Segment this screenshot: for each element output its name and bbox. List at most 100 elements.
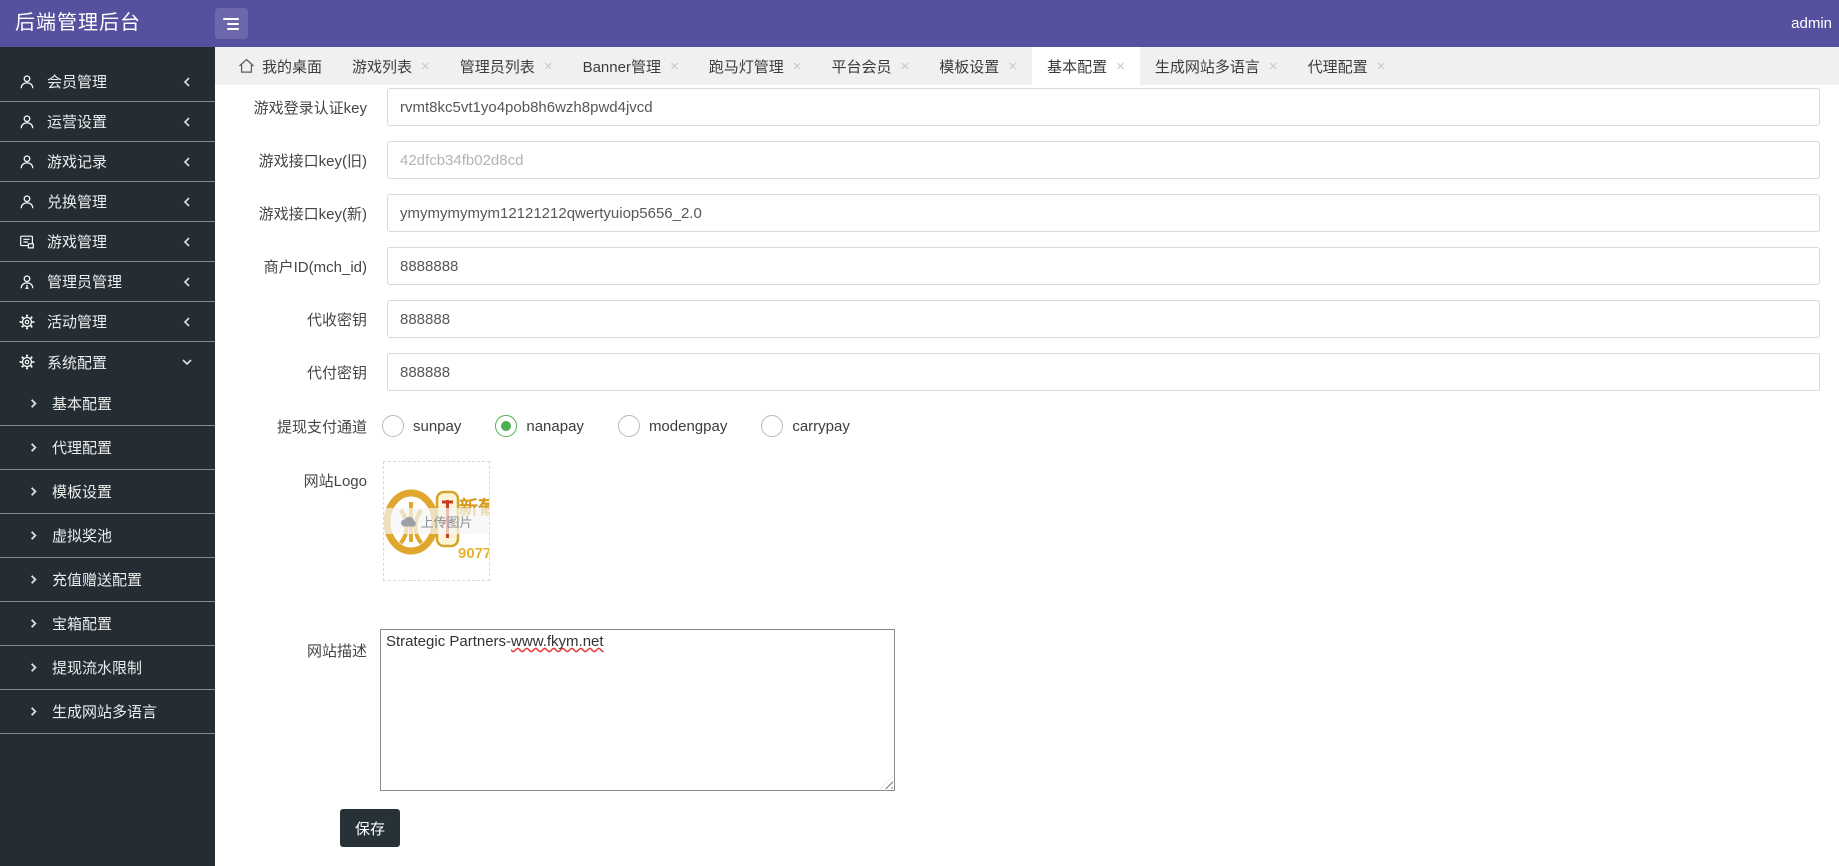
radio-icon [617, 415, 640, 437]
chevron-left-icon [181, 196, 193, 208]
tab-platform-members[interactable]: 平台会员 × [817, 47, 925, 85]
tab-bar: 我的桌面 游戏列表 × 管理员列表 × Banner管理 × 跑马灯管理 × 平… [215, 47, 1839, 85]
chevron-left-icon [181, 76, 193, 88]
tab-marquee-management[interactable]: 跑马灯管理 × [694, 47, 817, 85]
arrow-right-icon [28, 486, 39, 497]
sidebar-item-admin-management[interactable]: 管理员管理 [0, 262, 215, 302]
sidebar-subitem-treasure-box-config[interactable]: 宝箱配置 [0, 602, 215, 646]
close-icon[interactable]: × [1377, 58, 1386, 75]
field-label-game-api-key-new: 游戏接口key(新) [258, 205, 367, 223]
user-icon [17, 153, 37, 171]
tab-admin-list[interactable]: 管理员列表 × [445, 47, 568, 85]
chevron-left-icon [181, 316, 193, 328]
radio-modengpay[interactable]: modengpay [617, 415, 727, 437]
sidebar-item-activity-management[interactable]: 活动管理 [0, 302, 215, 342]
close-icon[interactable]: × [1008, 58, 1017, 75]
radio-nanapay[interactable]: nanapay [495, 415, 584, 437]
close-icon[interactable]: × [901, 58, 910, 75]
withdraw-channel-radio-group: sunpay nanapay modengpay carrypay [382, 415, 850, 437]
tab-agent-config[interactable]: 代理配置 × [1293, 47, 1401, 85]
radio-selected-icon [495, 415, 518, 437]
close-icon[interactable]: × [670, 58, 679, 75]
chevron-left-icon [181, 276, 193, 288]
sidebar-item-operation-settings[interactable]: 运营设置 [0, 102, 215, 142]
game-login-key-input[interactable] [387, 88, 1820, 126]
current-user[interactable]: admin [1791, 0, 1832, 47]
basic-config-form: 游戏登录认证key 游戏接口key(旧) 游戏接口key(新) 商户ID(mch… [215, 85, 1839, 866]
field-label-withdraw-channel: 提现支付通道 [276, 418, 367, 436]
field-label-game-api-key-old: 游戏接口key(旧) [258, 152, 367, 170]
svg-text:9077.CO: 9077.CO [458, 545, 489, 562]
chevron-left-icon [181, 156, 193, 168]
game-api-key-old-input[interactable] [387, 141, 1820, 179]
field-label-collection-secret: 代收密钥 [306, 311, 367, 329]
field-label-game-login-key: 游戏登录认证key [253, 99, 367, 117]
sidebar-subitem-template-settings[interactable]: 模板设置 [0, 470, 215, 514]
tab-my-desktop[interactable]: 我的桌面 [223, 47, 337, 85]
site-logo-upload[interactable]: 新葡京 9077.CO 上传图片 [383, 461, 490, 581]
upload-overlay: 上传图片 [384, 508, 489, 534]
chevron-down-icon [181, 356, 193, 368]
tab-template-settings[interactable]: 模板设置 × [924, 47, 1032, 85]
merchant-id-input[interactable] [387, 247, 1820, 285]
arrow-right-icon [28, 574, 39, 585]
sidebar: 会员管理 运营设置 游戏记录 兑换管理 游戏管理 管理员管理 活动管理 系统配置… [0, 47, 215, 866]
sidebar-subitem-basic-config[interactable]: 基本配置 [0, 382, 215, 426]
tab-generate-multilang[interactable]: 生成网站多语言 × [1140, 47, 1293, 85]
sidebar-item-member-management[interactable]: 会员管理 [0, 62, 215, 102]
game-api-key-new-input[interactable] [387, 194, 1820, 232]
arrow-right-icon [28, 398, 39, 409]
tab-banner-management[interactable]: Banner管理 × [568, 47, 694, 85]
field-label-site-description: 网站描述 [306, 643, 367, 660]
app-title: 后端管理后台 [15, 12, 141, 34]
chevron-left-icon [181, 116, 193, 128]
spellchecked-url-text: www.fkym.net [511, 633, 604, 650]
close-icon[interactable]: × [793, 58, 802, 75]
arrow-right-icon [28, 662, 39, 673]
save-button[interactable]: 保存 [340, 809, 400, 847]
sidebar-item-game-records[interactable]: 游戏记录 [0, 142, 215, 182]
field-label-site-logo: 网站Logo [303, 473, 367, 490]
sidebar-subitem-recharge-bonus-config[interactable]: 充值赠送配置 [0, 558, 215, 602]
arrow-right-icon [28, 530, 39, 541]
gear-icon [17, 353, 37, 371]
payout-secret-input[interactable] [387, 353, 1820, 391]
app-header: 后端管理后台 admin [0, 0, 1839, 47]
close-icon[interactable]: × [544, 58, 553, 75]
sidebar-toggle-button[interactable] [215, 8, 248, 39]
radio-sunpay[interactable]: sunpay [382, 415, 461, 437]
radio-icon [382, 415, 404, 437]
sidebar-item-game-management[interactable]: 游戏管理 [0, 222, 215, 262]
arrow-right-icon [28, 706, 39, 717]
close-icon[interactable]: × [1116, 58, 1125, 75]
sidebar-subitem-agent-config[interactable]: 代理配置 [0, 426, 215, 470]
sidebar-item-system-config[interactable]: 系统配置 [0, 342, 215, 382]
field-label-merchant-id: 商户ID(mch_id) [263, 258, 367, 276]
field-label-payout-secret: 代付密钥 [306, 364, 367, 382]
sidebar-item-exchange-management[interactable]: 兑换管理 [0, 182, 215, 222]
user-icon [17, 113, 37, 131]
radio-icon [761, 415, 784, 437]
tab-game-list[interactable]: 游戏列表 × [337, 47, 445, 85]
home-icon [238, 58, 255, 74]
close-icon[interactable]: × [1269, 58, 1278, 75]
resize-handle[interactable] [880, 776, 893, 789]
site-description-textarea[interactable]: Strategic Partners-www.fkym.net [380, 629, 895, 791]
close-icon[interactable]: × [421, 58, 430, 75]
hamburger-icon [223, 17, 239, 20]
sidebar-subitem-virtual-jackpot[interactable]: 虚拟奖池 [0, 514, 215, 558]
chevron-left-icon [181, 236, 193, 248]
tab-basic-config[interactable]: 基本配置 × [1032, 47, 1140, 85]
gear-icon [17, 313, 37, 331]
radio-carrypay[interactable]: carrypay [761, 415, 850, 437]
sidebar-subitem-withdraw-flow-limit[interactable]: 提现流水限制 [0, 646, 215, 690]
arrow-right-icon [28, 442, 39, 453]
cloud-upload-icon [401, 516, 417, 527]
user-icon [17, 193, 37, 211]
user-icon [17, 73, 37, 91]
user-icon [17, 273, 37, 291]
arrow-right-icon [28, 618, 39, 629]
collection-secret-input[interactable] [387, 300, 1820, 338]
form-icon [17, 233, 37, 251]
sidebar-subitem-generate-multilang[interactable]: 生成网站多语言 [0, 690, 215, 734]
